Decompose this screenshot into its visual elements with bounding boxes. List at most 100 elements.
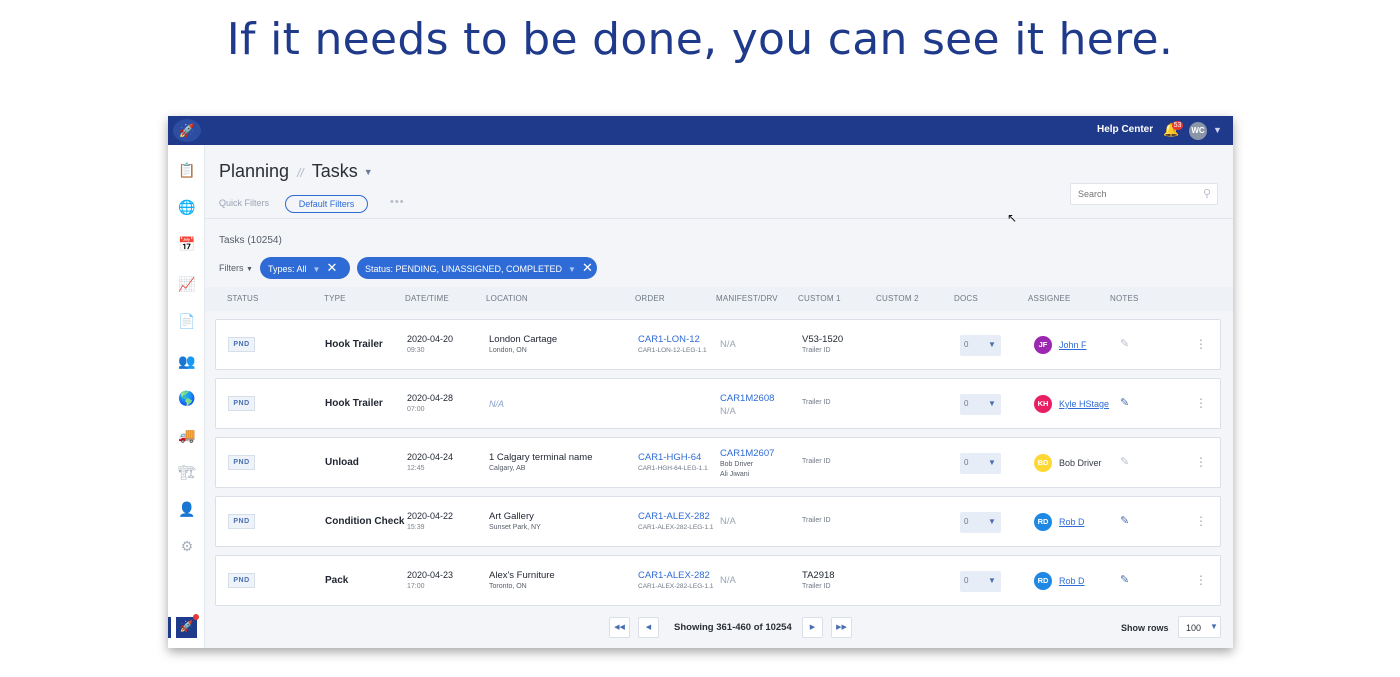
assignee-link[interactable]: Rob D <box>1059 576 1085 586</box>
close-icon[interactable]: ✕ <box>582 260 593 275</box>
user-circle-icon[interactable]: 👤 <box>178 500 196 518</box>
next-page-button[interactable]: ▶ <box>802 617 823 638</box>
docs-dropdown[interactable]: 0 ▼ <box>960 571 1001 592</box>
order-link[interactable]: CAR1-LON-12 <box>638 334 700 345</box>
manifest-link[interactable]: CAR1M2608 <box>720 393 774 404</box>
chart-icon[interactable]: 📈 <box>178 275 196 293</box>
rows-per-page-select[interactable]: 100 ▼ <box>1178 616 1221 638</box>
column-header-location[interactable]: LOCATION <box>486 294 528 303</box>
globe-icon[interactable]: 🌐 <box>178 198 196 216</box>
note-icon[interactable]: ✎ <box>1120 455 1129 468</box>
close-icon[interactable]: ✕ <box>326 260 337 275</box>
table-row[interactable]: PND Pack 2020-04-23 17:00 Alex's Furnitu… <box>215 555 1221 606</box>
last-page-button[interactable]: ▶▶ <box>831 617 852 638</box>
notification-badge: 53 <box>1172 121 1183 130</box>
chevron-down-icon[interactable]: ▼ <box>313 265 321 274</box>
avatar: RD <box>1034 572 1052 590</box>
note-icon[interactable]: ✎ <box>1120 514 1129 527</box>
location-city: Calgary, AB <box>489 465 526 472</box>
first-page-button[interactable]: ◀◀ <box>609 617 630 638</box>
assignee-link[interactable]: John F <box>1059 340 1087 350</box>
active-indicator <box>168 617 171 638</box>
search-box: ⚲ <box>1070 183 1218 205</box>
clipboard-icon[interactable]: 📋 <box>178 161 196 179</box>
order-link[interactable]: CAR1-ALEX-282 <box>638 511 710 522</box>
task-type: Unload <box>325 457 359 468</box>
truck-icon[interactable]: 🚚 <box>178 426 196 444</box>
task-type: Pack <box>325 575 349 586</box>
breadcrumb-separator: // <box>297 166 304 180</box>
default-filters-button[interactable]: Default Filters <box>285 195 368 213</box>
people-icon[interactable]: 👥 <box>178 352 196 370</box>
column-header-custom2[interactable]: CUSTOM 2 <box>876 294 919 303</box>
manifest-link[interactable]: CAR1M2607 <box>720 448 774 459</box>
kebab-menu-icon[interactable]: ⋮ <box>1195 573 1207 587</box>
order-leg: CAR1-ALEX-282-LEG-1.1 <box>638 524 714 531</box>
column-header-order[interactable]: ORDER <box>635 294 665 303</box>
status-badge: PND <box>228 455 255 470</box>
custom1-label: Trailer ID <box>802 347 831 354</box>
column-header-status[interactable]: STATUS <box>227 294 259 303</box>
kebab-menu-icon[interactable]: ⋮ <box>1195 396 1207 410</box>
chevron-down-icon: ▼ <box>988 576 996 585</box>
table-row[interactable]: PND Unload 2020-04-24 12:45 1 Calgary te… <box>215 437 1221 488</box>
search-icon[interactable]: ⚲ <box>1203 187 1211 200</box>
forklift-icon[interactable]: 🏗 <box>178 463 196 481</box>
column-header-type[interactable]: TYPE <box>324 294 346 303</box>
docs-dropdown[interactable]: 0 ▼ <box>960 394 1001 415</box>
note-icon[interactable]: ✎ <box>1120 337 1129 350</box>
assignee-link[interactable]: Rob D <box>1059 517 1085 527</box>
column-header-manifest[interactable]: MANIFEST/DRV <box>716 294 778 303</box>
table-row[interactable]: PND Hook Trailer 2020-04-20 09:30 London… <box>215 319 1221 370</box>
filters-dropdown[interactable]: Filters ▼ <box>219 263 253 273</box>
page-title-text[interactable]: Tasks <box>312 161 358 181</box>
custom1-value: V53-1520 <box>802 334 844 345</box>
chevron-down-icon[interactable]: ▼ <box>364 167 373 177</box>
filter-chip-status[interactable]: Status: PENDING, UNASSIGNED, COMPLETED ▼ ✕ <box>357 257 597 279</box>
manifest-na: N/A <box>720 575 736 586</box>
column-header-datetime[interactable]: DATE/TIME <box>405 294 449 303</box>
table-row[interactable]: PND Condition Check 2020-04-22 15:39 Art… <box>215 496 1221 547</box>
invoice-icon[interactable]: 📄 <box>178 312 196 330</box>
task-time: 15:39 <box>407 524 425 531</box>
table-header: STATUS TYPE DATE/TIME LOCATION ORDER MAN… <box>205 287 1233 311</box>
avatar: BD <box>1034 454 1052 472</box>
column-header-docs[interactable]: DOCS <box>954 294 978 303</box>
breadcrumb-section[interactable]: Planning <box>219 161 289 181</box>
column-header-assignee[interactable]: ASSIGNEE <box>1028 294 1071 303</box>
docs-dropdown[interactable]: 0 ▼ <box>960 453 1001 474</box>
user-avatar[interactable]: WC <box>1189 122 1207 140</box>
search-input[interactable] <box>1071 184 1191 204</box>
filter-chip-types[interactable]: Types: All ▼ ✕ <box>260 257 350 279</box>
task-type: Hook Trailer <box>325 339 383 350</box>
task-type: Condition Check <box>325 516 405 527</box>
note-icon[interactable]: ✎ <box>1120 396 1129 409</box>
more-icon[interactable]: ••• <box>390 196 405 208</box>
help-center-link[interactable]: Help Center <box>1097 124 1153 135</box>
rocket-app-icon[interactable]: 🚀 <box>176 617 197 638</box>
kebab-menu-icon[interactable]: ⋮ <box>1195 455 1207 469</box>
chevron-down-icon[interactable]: ▼ <box>1213 125 1222 135</box>
globe-dollar-icon[interactable]: 🌎 <box>178 389 196 407</box>
prev-page-button[interactable]: ◀ <box>638 617 659 638</box>
column-header-custom1[interactable]: CUSTOM 1 <box>798 294 841 303</box>
kebab-menu-icon[interactable]: ⋮ <box>1195 514 1207 528</box>
column-header-notes[interactable]: NOTES <box>1110 294 1139 303</box>
note-icon[interactable]: ✎ <box>1120 573 1129 586</box>
rocket-logo-icon[interactable]: 🚀 <box>173 119 201 142</box>
chevron-down-icon[interactable]: ▼ <box>568 265 576 274</box>
assignee-link[interactable]: Kyle HStage <box>1059 399 1109 409</box>
docs-dropdown[interactable]: 0 ▼ <box>960 512 1001 533</box>
app-window: 🚀 Help Center 🔔 53 WC ▼ 📋 🌐 📅 📈 📄 👥 🌎 🚚 … <box>168 116 1233 648</box>
gear-icon[interactable]: ⚙ <box>178 537 196 555</box>
calendar-icon[interactable]: 📅 <box>178 235 196 253</box>
order-link[interactable]: CAR1-ALEX-282 <box>638 570 710 581</box>
task-count: Tasks (10254) <box>219 235 282 246</box>
avatar: JF <box>1034 336 1052 354</box>
order-link[interactable]: CAR1-HGH-64 <box>638 452 701 463</box>
kebab-menu-icon[interactable]: ⋮ <box>1195 337 1207 351</box>
table-row[interactable]: PND Hook Trailer 2020-04-28 07:00 N/A CA… <box>215 378 1221 429</box>
docs-dropdown[interactable]: 0 ▼ <box>960 335 1001 356</box>
chevron-down-icon: ▼ <box>246 266 253 273</box>
location-city: London, ON <box>489 347 527 354</box>
